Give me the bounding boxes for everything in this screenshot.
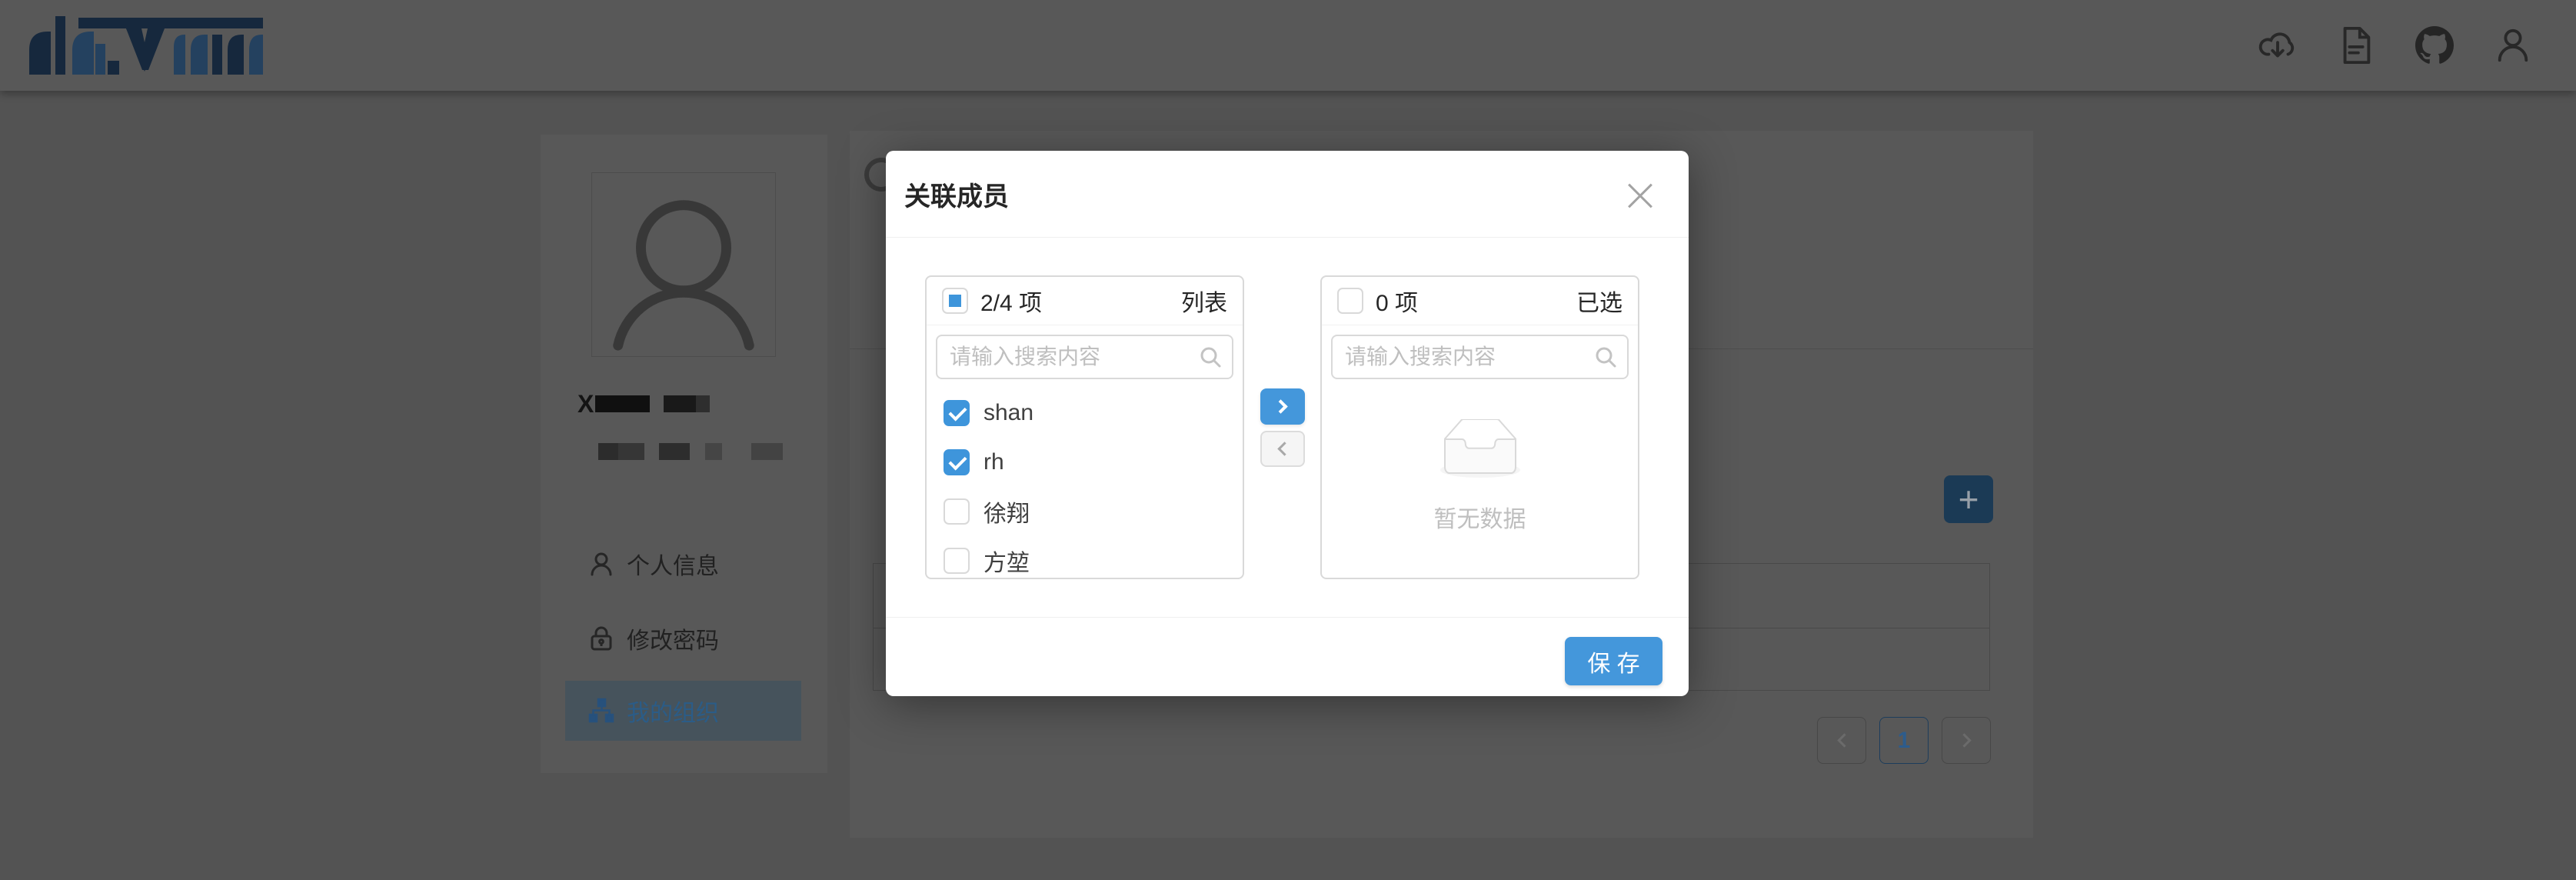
- save-button[interactable]: 保 存: [1565, 637, 1662, 685]
- item-label: 方堃: [983, 544, 1030, 578]
- chevron-right-icon: [1273, 399, 1287, 413]
- sidebar-item-personal-info[interactable]: 个人信息: [565, 534, 801, 594]
- panel-title: 列表: [1181, 284, 1227, 318]
- redacted-username: X: [577, 395, 710, 413]
- empty-state: 暂无数据: [1322, 419, 1638, 534]
- sidebar-item-label: 我的组织: [627, 694, 719, 728]
- user-icon[interactable]: [2493, 25, 2533, 65]
- move-right-button[interactable]: [1260, 388, 1305, 425]
- cloud-download-icon[interactable]: [2258, 25, 2298, 65]
- select-all-checkbox[interactable]: [942, 288, 968, 314]
- source-search-input[interactable]: [936, 335, 1233, 379]
- empty-text: 暂无数据: [1322, 500, 1638, 534]
- transfer-item-rh[interactable]: rh: [927, 438, 1243, 487]
- select-all-checkbox[interactable]: [1337, 288, 1363, 314]
- item-checkbox[interactable]: [944, 400, 970, 426]
- move-left-button-disabled[interactable]: [1260, 431, 1305, 467]
- item-checkbox[interactable]: [944, 548, 970, 574]
- item-checkbox[interactable]: [944, 449, 970, 475]
- chevron-left-icon: [1277, 442, 1291, 455]
- chevron-left-icon: [1837, 733, 1851, 747]
- selected-count: 0 项: [1376, 284, 1418, 318]
- navbar-actions: [2258, 25, 2533, 65]
- redacted-email: [598, 442, 783, 461]
- redacted-block: [696, 395, 710, 412]
- search-icon: [1593, 345, 1618, 369]
- search-icon: [1198, 345, 1223, 369]
- sidebar-item-my-organization[interactable]: 我的组织: [565, 681, 801, 741]
- transfer-item-fangkun[interactable]: 方堃: [927, 536, 1243, 579]
- profile-text-fragment: X: [577, 395, 594, 412]
- screen: X 个人信息: [0, 0, 2576, 880]
- davinci-logo: [28, 13, 266, 78]
- redacted-block: [705, 443, 722, 460]
- item-checkbox[interactable]: [944, 498, 970, 525]
- transfer-target-panel: 0 项 已选 暂无数据: [1320, 275, 1639, 579]
- add-member-button[interactable]: +: [1944, 475, 1993, 523]
- item-label: shan: [983, 400, 1033, 426]
- redacted-block: [618, 443, 644, 460]
- file-text-icon[interactable]: [2336, 25, 2376, 65]
- item-label: 徐翔: [983, 495, 1030, 528]
- source-search: [936, 335, 1233, 379]
- pagination-next-button[interactable]: [1942, 717, 1991, 764]
- associate-members-modal: 关联成员 2/4 项 列表 shan: [886, 151, 1689, 696]
- pagination-prev-button[interactable]: [1817, 717, 1866, 764]
- lock-icon: [588, 625, 614, 652]
- modal-title: 关联成员: [904, 175, 1009, 213]
- sidebar-item-label: 修改密码: [627, 622, 719, 655]
- pagination: 1: [1817, 717, 1991, 764]
- transfer-item-xuxiang[interactable]: 徐翔: [927, 487, 1243, 536]
- modal-header: 关联成员: [886, 151, 1689, 238]
- chevron-right-icon: [1957, 733, 1971, 747]
- sidebar-item-label: 个人信息: [627, 547, 719, 581]
- transfer-target-header: 0 项 已选: [1322, 277, 1638, 325]
- github-icon[interactable]: [2415, 25, 2455, 65]
- organization-icon: [588, 698, 614, 724]
- redacted-block: [751, 443, 783, 460]
- transfer-source-list: shan rh 徐翔 方堃: [927, 388, 1243, 579]
- target-search-input[interactable]: [1331, 335, 1629, 379]
- avatar: [591, 172, 776, 357]
- profile-card: X 个人信息: [541, 135, 827, 773]
- empty-inbox-icon: [1430, 419, 1530, 482]
- panel-title: 已选: [1576, 284, 1622, 318]
- selected-count: 2/4 项: [980, 284, 1042, 318]
- transfer-source-header: 2/4 项 列表: [927, 277, 1243, 325]
- target-search: [1331, 335, 1629, 379]
- redacted-block: [595, 395, 650, 412]
- item-label: rh: [983, 449, 1004, 475]
- redacted-block: [659, 443, 690, 460]
- modal-footer: 保 存: [886, 617, 1689, 696]
- user-icon: [588, 551, 614, 577]
- close-icon[interactable]: [1626, 182, 1655, 211]
- pagination-page-1[interactable]: 1: [1879, 717, 1929, 764]
- transfer-item-shan[interactable]: shan: [927, 388, 1243, 438]
- sidebar-item-change-password[interactable]: 修改密码: [565, 608, 801, 668]
- redacted-block: [664, 395, 696, 412]
- top-navbar: [0, 0, 2576, 91]
- redacted-block: [598, 443, 618, 460]
- transfer-source-panel: 2/4 项 列表 shan rh: [925, 275, 1244, 579]
- avatar-person-icon: [592, 173, 775, 356]
